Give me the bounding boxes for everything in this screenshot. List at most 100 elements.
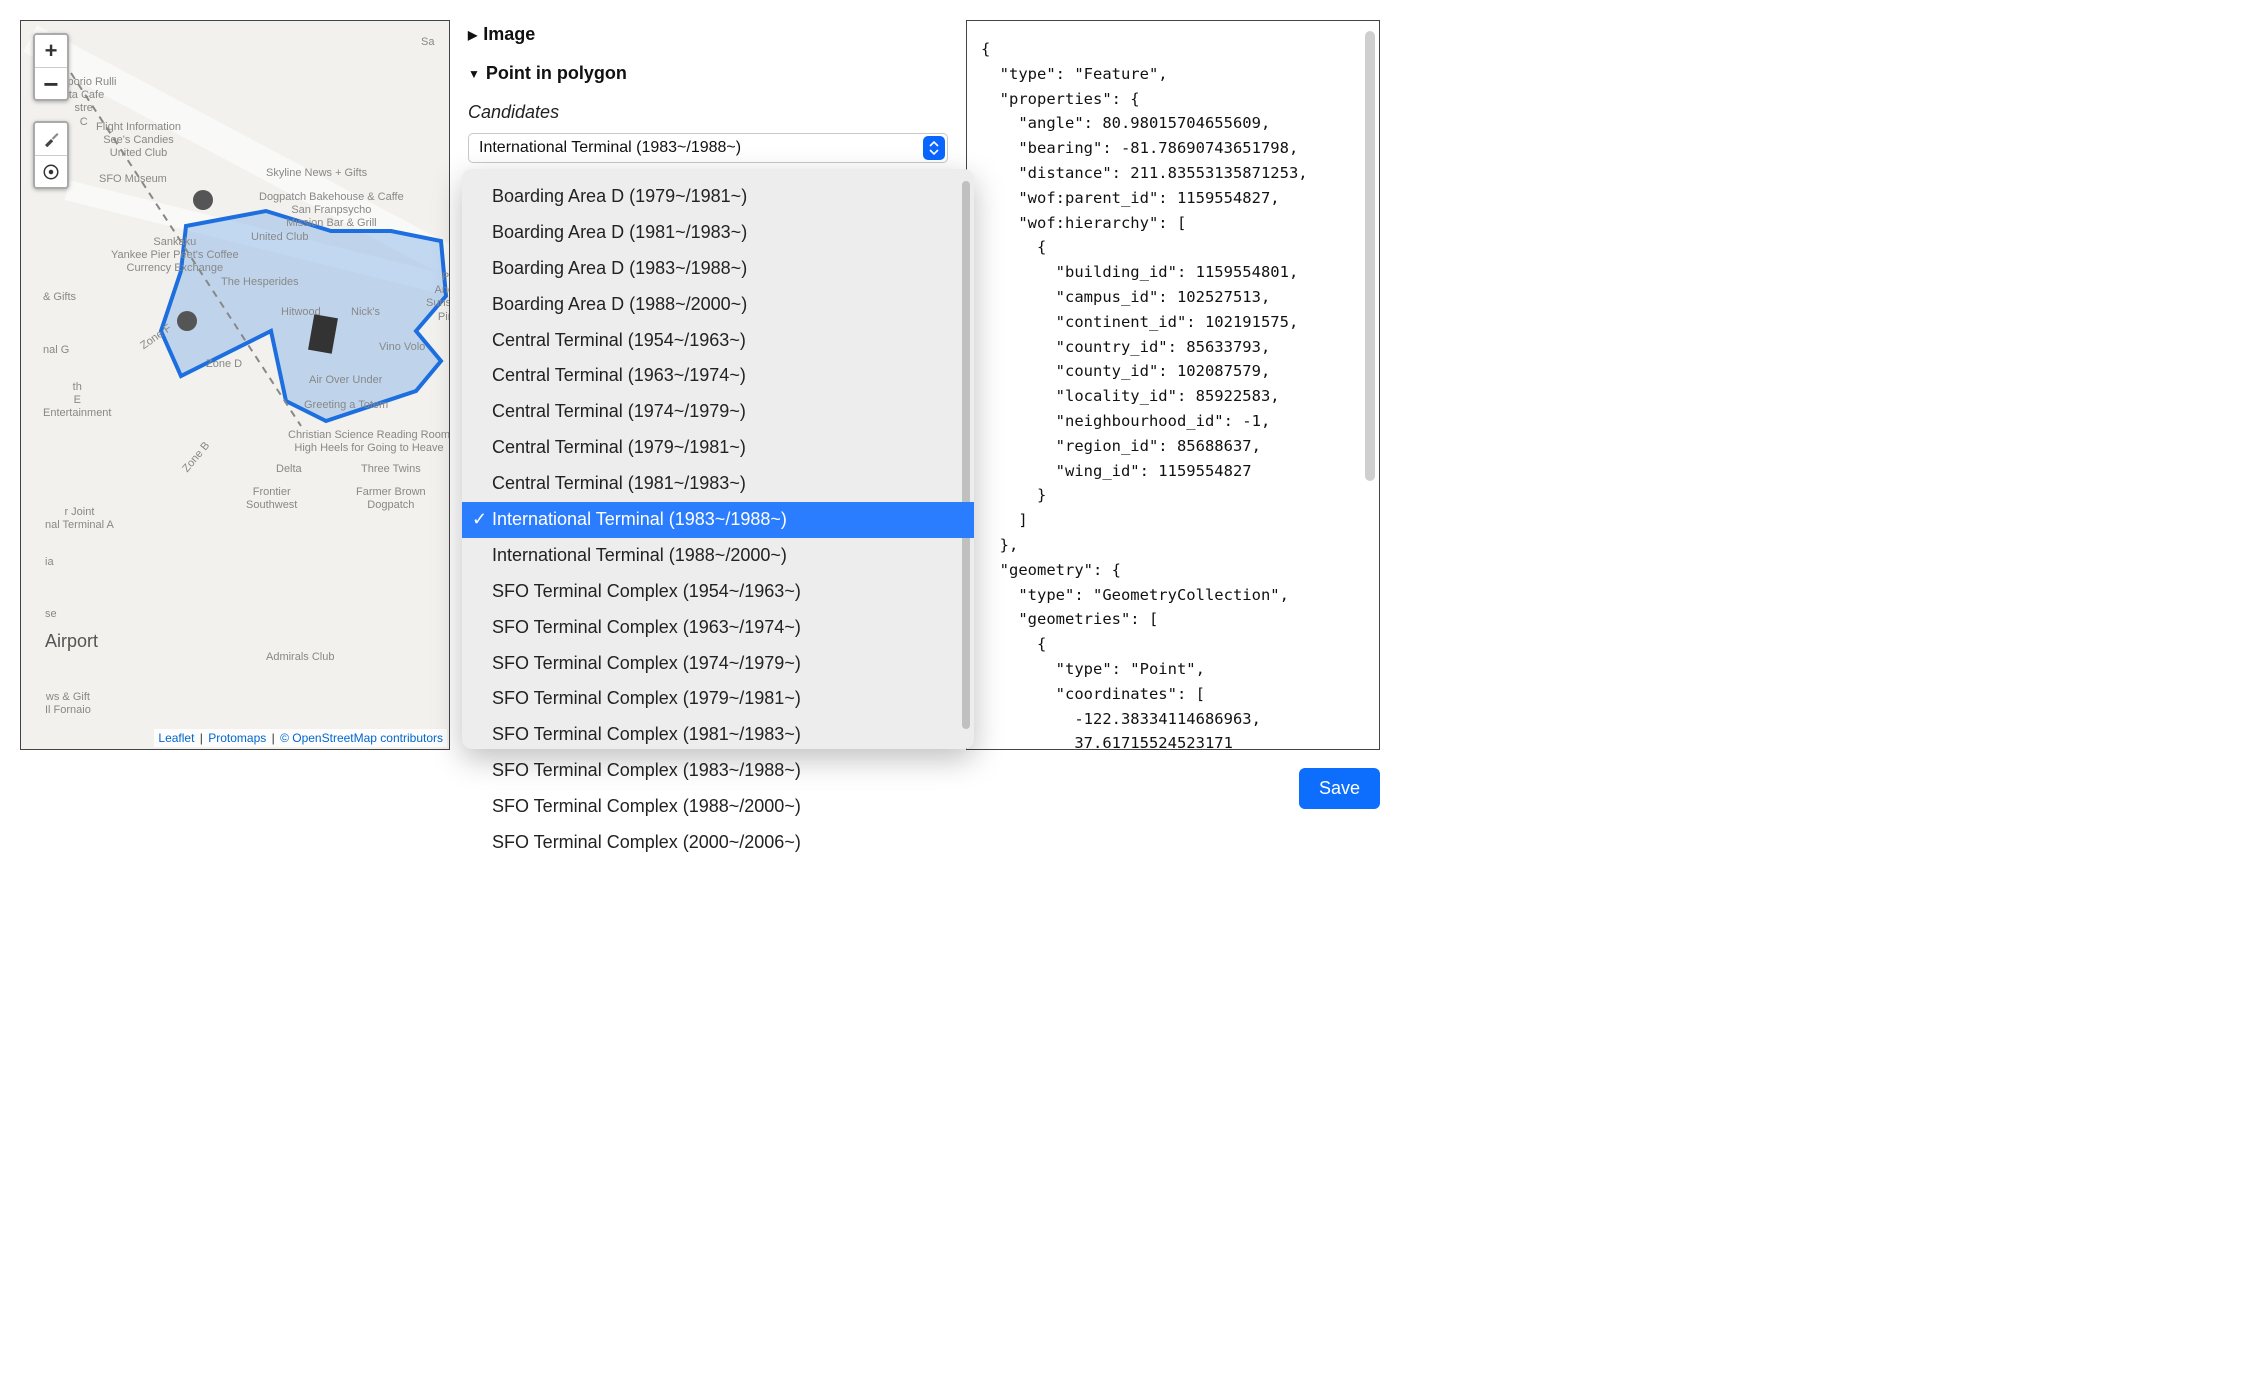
- dropdown-option[interactable]: SFO Terminal Complex (1974~/1979~): [462, 646, 974, 682]
- map-poi-label: Sa: [421, 36, 434, 49]
- circle-target-tool-button[interactable]: [35, 155, 67, 187]
- dropdown-option-label: Boarding Area D (1983~/1988~): [492, 258, 747, 278]
- dropdown-option-label: SFO Terminal Complex (1983~/1988~): [492, 760, 801, 780]
- dropdown-option-label: SFO Terminal Complex (1979~/1981~): [492, 688, 801, 708]
- attribution-protomaps-link[interactable]: Protomaps: [208, 731, 266, 745]
- map-poi-label: & Gifts: [43, 291, 76, 304]
- dropdown-option-label: Boarding Area D (1981~/1983~): [492, 222, 747, 242]
- dropdown-option-label: Boarding Area D (1988~/2000~): [492, 294, 747, 314]
- map-surface[interactable]: SaEmporio Rullista CafestreCFlight Infor…: [21, 21, 449, 749]
- pip-disclosure-label: Point in polygon: [486, 63, 627, 84]
- map-poi-label: SankakuYankee Pier Peet's CoffeeCurrency…: [111, 236, 239, 276]
- map-poi-label: Dogpatch Bakehouse & CaffeSan Franpsycho…: [259, 191, 404, 231]
- map-poi-label: se: [45, 608, 57, 621]
- dropdown-option-label: Central Terminal (1954~/1963~): [492, 330, 746, 350]
- dropdown-option[interactable]: SFO Terminal Complex (1954~/1963~): [462, 574, 974, 610]
- target-icon: [42, 163, 60, 181]
- map-poi-label: ws & GiftIl Fornaio: [45, 691, 91, 717]
- pip-disclosure[interactable]: ▼ Point in polygon: [468, 63, 948, 84]
- map-poi-label: Airport: [45, 631, 98, 653]
- map-poi-label: Zone D: [206, 358, 242, 371]
- dropdown-option-label: Central Terminal (1981~/1983~): [492, 473, 746, 493]
- dropdown-option[interactable]: Boarding Area D (1988~/2000~): [462, 287, 974, 323]
- map-poi-label: Christian Science Reading RoomHigh Heels…: [288, 429, 450, 455]
- feature-json-panel[interactable]: { "type": "Feature", "properties": { "an…: [966, 20, 1380, 750]
- map-marker[interactable]: [177, 311, 197, 331]
- paint-tool-button[interactable]: [35, 123, 67, 155]
- controls-panel: ▶ Image ▼ Point in polygon Candidates In…: [468, 20, 948, 750]
- dropdown-option-label: Boarding Area D (1979~/1981~): [492, 186, 747, 206]
- dropdown-option[interactable]: Central Terminal (1963~/1974~): [462, 358, 974, 394]
- map-poi-label: United Club: [251, 231, 308, 244]
- dropdown-option-label: SFO Terminal Complex (1954~/1963~): [492, 581, 801, 601]
- dropdown-option-label: International Terminal (1983~/1988~): [492, 509, 787, 529]
- dropdown-option[interactable]: Central Terminal (1979~/1981~): [462, 430, 974, 466]
- dropdown-option-label: SFO Terminal Complex (2000~/2006~): [492, 832, 801, 852]
- map-poi-label: Greeting a Totem: [304, 399, 388, 412]
- map-poi-label: Hitwood: [281, 306, 321, 319]
- dropdown-option[interactable]: SFO Terminal Complex (2000~/2006~): [462, 825, 974, 861]
- map-poi-label: Three Twins: [361, 463, 421, 476]
- dropdown-option[interactable]: International Terminal (1988~/2000~): [462, 538, 974, 574]
- candidates-dropdown[interactable]: Boarding Area D (1979~/1981~) Boarding Ar…: [462, 169, 974, 749]
- chevron-down-icon: [929, 148, 939, 155]
- map-poi-label: thEEntertainment: [43, 381, 111, 421]
- zoom-control: + −: [33, 33, 69, 101]
- image-disclosure[interactable]: ▶ Image: [468, 24, 948, 45]
- candidates-label: Candidates: [468, 102, 948, 123]
- map-poi-label: Skyline News + Gifts: [266, 167, 367, 180]
- map-poi-label: Flight InformationSee's CandiesUnited Cl…: [96, 121, 181, 161]
- dropdown-option[interactable]: SFO Terminal Complex (1983~/1988~): [462, 753, 974, 789]
- brush-icon: [42, 130, 60, 148]
- dropdown-option-label: SFO Terminal Complex (1981~/1983~): [492, 724, 801, 744]
- map-poi-label: Admirals Club: [266, 651, 334, 664]
- save-button[interactable]: Save: [1299, 768, 1380, 809]
- map-attribution: Leaflet | Protomaps | © OpenStreetMap co…: [154, 729, 447, 747]
- map-poi-label: SFO Museum: [99, 173, 167, 186]
- attribution-separator: |: [200, 731, 203, 745]
- dropdown-option-label: SFO Terminal Complex (1988~/2000~): [492, 796, 801, 816]
- map-poi-label: Nick's: [351, 306, 380, 319]
- select-value[interactable]: International Terminal (1983~/1988~): [468, 133, 948, 163]
- map-poi-label: PeAndalSunset NPink: [426, 271, 450, 324]
- map-poi-label: Vino Volo: [379, 341, 425, 354]
- dropdown-option-label: Central Terminal (1963~/1974~): [492, 365, 746, 385]
- dropdown-option[interactable]: Boarding Area D (1983~/1988~): [462, 251, 974, 287]
- chevron-up-icon: [929, 141, 939, 148]
- feature-json-text[interactable]: { "type": "Feature", "properties": { "an…: [967, 21, 1379, 750]
- dropdown-option[interactable]: SFO Terminal Complex (1988~/2000~): [462, 789, 974, 825]
- dropdown-option[interactable]: Boarding Area D (1979~/1981~): [462, 179, 974, 215]
- map-poi-label: Delta: [276, 463, 302, 476]
- zoom-out-button[interactable]: −: [35, 67, 67, 99]
- dropdown-option[interactable]: SFO Terminal Complex (1981~/1983~): [462, 717, 974, 753]
- map-panel[interactable]: SaEmporio Rullista CafestreCFlight Infor…: [20, 20, 450, 750]
- check-icon: ✓: [472, 506, 487, 534]
- drawing-tools: [33, 121, 69, 189]
- dropdown-option-label: International Terminal (1988~/2000~): [492, 545, 787, 565]
- map-poi-label: Air Over Under: [309, 374, 382, 387]
- dropdown-option-label: SFO Terminal Complex (1963~/1974~): [492, 617, 801, 637]
- triangle-right-icon: ▶: [468, 28, 477, 42]
- map-poi-label: r Jointnal Terminal A: [45, 506, 114, 532]
- candidates-select[interactable]: International Terminal (1983~/1988~) Boa…: [468, 133, 948, 163]
- map-marker[interactable]: [193, 190, 213, 210]
- zoom-in-button[interactable]: +: [35, 35, 67, 67]
- dropdown-option[interactable]: SFO Terminal Complex (1963~/1974~): [462, 610, 974, 646]
- triangle-down-icon: ▼: [468, 67, 480, 81]
- image-disclosure-label: Image: [483, 24, 535, 45]
- map-poi-label: nal G: [43, 344, 69, 357]
- attribution-separator: |: [272, 731, 275, 745]
- dropdown-option[interactable]: Central Terminal (1981~/1983~): [462, 466, 974, 502]
- attribution-leaflet-link[interactable]: Leaflet: [158, 731, 194, 745]
- attribution-osm-link[interactable]: © OpenStreetMap contributors: [280, 731, 443, 745]
- dropdown-option[interactable]: Central Terminal (1954~/1963~): [462, 323, 974, 359]
- dropdown-option-label: Central Terminal (1974~/1979~): [492, 401, 746, 421]
- dropdown-option[interactable]: Boarding Area D (1981~/1983~): [462, 215, 974, 251]
- dropdown-option[interactable]: Central Terminal (1974~/1979~): [462, 394, 974, 430]
- select-stepper-icon[interactable]: [923, 136, 945, 160]
- json-scrollbar[interactable]: [1365, 31, 1375, 481]
- map-poi-label: FrontierSouthwest: [246, 486, 297, 512]
- dropdown-option[interactable]: SFO Terminal Complex (1979~/1981~): [462, 681, 974, 717]
- dropdown-option[interactable]: ✓International Terminal (1983~/1988~): [462, 502, 974, 538]
- dropdown-option-label: SFO Terminal Complex (1974~/1979~): [492, 653, 801, 673]
